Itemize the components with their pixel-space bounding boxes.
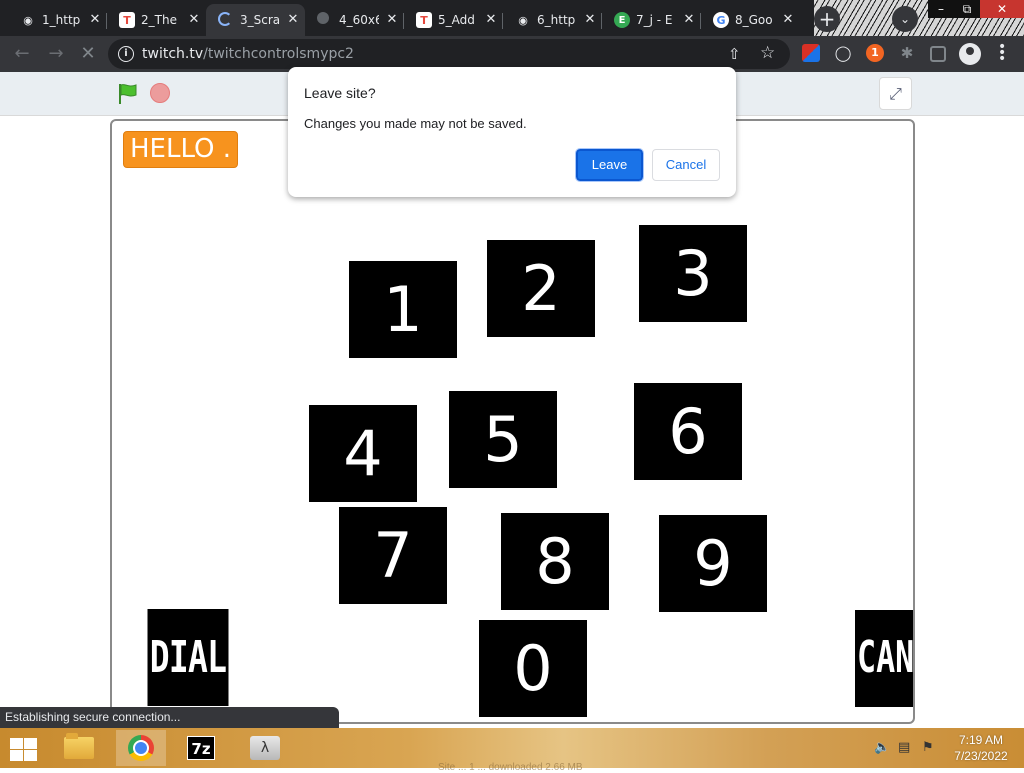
- url-path: /twitchcontrolsmypc2: [203, 46, 354, 62]
- dial-key-2[interactable]: 2: [487, 240, 595, 337]
- lambda-app-icon[interactable]: λ: [240, 730, 290, 766]
- tab-close-icon[interactable]: ✕: [781, 12, 795, 28]
- restore-icon[interactable]: ⧉: [954, 0, 980, 18]
- volume-muted-icon[interactable]: 🔈: [874, 740, 890, 755]
- stop-sign-icon[interactable]: [150, 83, 170, 103]
- dial-key-9[interactable]: 9: [659, 515, 767, 612]
- share-icon[interactable]: ⇧: [728, 45, 741, 63]
- minimize-icon[interactable]: –: [928, 0, 954, 18]
- side-panel-icon[interactable]: [930, 46, 946, 62]
- tab-close-icon[interactable]: ✕: [682, 12, 696, 28]
- dial-key-3[interactable]: 3: [639, 225, 747, 322]
- tab-title: 1_http: [42, 13, 81, 27]
- tab-1[interactable]: ◉ 1_http ✕: [8, 4, 107, 36]
- tab-6[interactable]: ◉ 6_http ✕: [503, 4, 602, 36]
- action-center-flag-icon[interactable]: ⚑: [922, 740, 934, 755]
- globe-icon: [317, 12, 329, 24]
- forward-arrow-icon[interactable]: →: [44, 42, 68, 66]
- clock-time: 7:19 AM: [958, 733, 1004, 747]
- scratch-stage: HELLO . 1 2 3 4 5 6 7 8 9 0 DIAL CANC: [110, 119, 915, 724]
- extension-puzzle-color-icon[interactable]: [802, 44, 820, 62]
- stop-loading-icon[interactable]: ✕: [76, 42, 100, 66]
- status-bubble: Establishing secure connection...: [0, 707, 339, 728]
- cancel-dial-label: CANC: [857, 632, 915, 683]
- tab-3-active[interactable]: 3_Scra ✕: [206, 4, 305, 36]
- tab-title: 4_60x6: [339, 13, 379, 27]
- tab-close-icon[interactable]: ✕: [385, 12, 399, 28]
- tab-strip: ◉ 1_http ✕ T 2_The ✕ 3_Scra ✕ 4_60x6 ✕ T…: [0, 0, 1024, 36]
- tab-title: 8_Goo: [735, 13, 773, 27]
- system-clock[interactable]: 7:19 AM 7/23/2022: [946, 732, 1016, 764]
- tab-2[interactable]: T 2_The ✕: [107, 4, 206, 36]
- extension-badge-icon[interactable]: 1: [866, 44, 884, 62]
- dial-key-6[interactable]: 6: [634, 383, 742, 480]
- dial-key-1[interactable]: 1: [349, 261, 457, 358]
- tab-4[interactable]: 4_60x6 ✕: [305, 4, 404, 36]
- url-host: twitch.tv: [142, 46, 204, 62]
- leave-site-dialog: Leave site? Changes you made may not be …: [288, 67, 736, 197]
- dial-button[interactable]: DIAL: [147, 609, 229, 706]
- exit-fullscreen-icon[interactable]: ⤢: [879, 77, 912, 110]
- windows-start-icon[interactable]: [8, 737, 38, 761]
- address-bar[interactable]: i twitch.tv/twitchcontrolsmypc2 ⇧ ☆: [108, 39, 790, 69]
- tab-close-icon[interactable]: ✕: [187, 12, 201, 28]
- tab-close-icon[interactable]: ✕: [484, 12, 498, 28]
- tab-title: 7_j - E: [636, 13, 673, 27]
- url-text[interactable]: twitch.tv/twitchcontrolsmypc2: [142, 45, 354, 63]
- t-logo-icon: T: [416, 12, 432, 28]
- dial-key-0[interactable]: 0: [479, 620, 587, 717]
- 7zip-icon[interactable]: 7z: [176, 730, 226, 766]
- google-icon: G: [713, 12, 729, 28]
- tab-title: 2_The: [141, 13, 177, 27]
- chrome-icon[interactable]: [116, 730, 166, 766]
- leave-button[interactable]: Leave: [575, 148, 644, 182]
- tab-8[interactable]: G 8_Goo ✕: [701, 4, 800, 36]
- dial-key-5[interactable]: 5: [449, 391, 557, 488]
- profile-avatar-icon[interactable]: [959, 43, 981, 65]
- github-icon: ◉: [518, 13, 528, 27]
- network-icon[interactable]: ▤: [898, 740, 910, 755]
- github-icon: ◉: [23, 13, 33, 27]
- dial-key-4[interactable]: 4: [309, 405, 417, 502]
- new-tab-button[interactable]: +: [814, 6, 840, 32]
- e-logo-icon: E: [614, 12, 630, 28]
- tab-7[interactable]: E 7_j - E ✕: [602, 4, 701, 36]
- tab-5[interactable]: T 5_Add ✕: [404, 4, 503, 36]
- kebab-menu-icon[interactable]: • • •: [998, 40, 1006, 66]
- lightbulb-icon[interactable]: ◯: [834, 44, 852, 62]
- tab-close-icon[interactable]: ✕: [88, 12, 102, 28]
- dialog-title: Leave site?: [304, 85, 376, 101]
- t-logo-icon: T: [119, 12, 135, 28]
- file-explorer-icon[interactable]: [54, 730, 104, 766]
- site-info-icon[interactable]: i: [118, 46, 134, 62]
- tab-close-icon[interactable]: ✕: [583, 12, 597, 28]
- dial-key-7[interactable]: 7: [339, 507, 447, 604]
- clock-date: 7/23/2022: [954, 749, 1008, 763]
- loading-spinner-icon: [218, 12, 232, 26]
- hello-sprite[interactable]: HELLO .: [123, 131, 238, 168]
- window-close-icon[interactable]: ✕: [980, 0, 1024, 18]
- tab-search-chevron-icon[interactable]: ⌄: [892, 6, 918, 32]
- tab-title: 5_Add: [438, 13, 475, 27]
- cancel-button[interactable]: Cancel: [652, 149, 720, 181]
- extensions-puzzle-icon[interactable]: ✱: [898, 44, 916, 62]
- tab-close-icon[interactable]: ✕: [286, 12, 300, 28]
- dial-key-8[interactable]: 8: [501, 513, 609, 610]
- green-flag-icon[interactable]: [117, 83, 139, 105]
- bookmark-star-icon[interactable]: ☆: [760, 44, 775, 62]
- dialog-message: Changes you made may not be saved.: [304, 116, 527, 131]
- cancel-dial-button[interactable]: CANC: [855, 610, 915, 707]
- back-arrow-icon[interactable]: ←: [10, 42, 34, 66]
- tab-title: 3_Scra: [240, 13, 280, 27]
- tab-title: 6_http: [537, 13, 576, 27]
- window-controls: – ⧉ ✕: [928, 0, 1024, 18]
